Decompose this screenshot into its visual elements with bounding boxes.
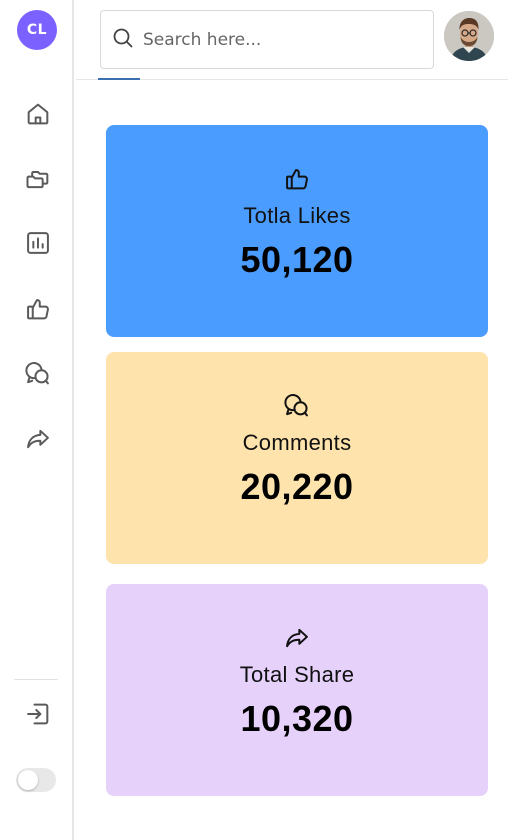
share-arrow-icon <box>24 425 52 457</box>
total-share-card: Total Share 10,320 <box>106 584 488 796</box>
comments-card: Comments 20,220 <box>106 352 488 564</box>
topbar <box>76 0 508 80</box>
chat-bubbles-icon <box>24 360 52 392</box>
sidebar-item-likes[interactable] <box>20 293 56 329</box>
thumbs-up-icon <box>24 295 52 327</box>
card-label: Total Share <box>239 662 355 687</box>
logout-button[interactable] <box>20 698 56 734</box>
brand-logo[interactable]: CL <box>17 10 57 50</box>
toggle-knob <box>18 770 38 790</box>
share-arrow-icon <box>283 624 311 652</box>
search-input[interactable] <box>143 29 423 50</box>
sidebar-item-analytics[interactable] <box>20 227 56 263</box>
search-box[interactable] <box>100 10 434 69</box>
card-value: 20,220 <box>240 466 354 507</box>
sidebar-item-share[interactable] <box>20 423 56 459</box>
bar-chart-icon <box>24 229 52 261</box>
card-value: 50,120 <box>240 239 354 280</box>
theme-toggle[interactable] <box>16 768 56 792</box>
sidebar-item-comments[interactable] <box>20 358 56 394</box>
sidebar-divider <box>14 679 58 680</box>
sidebar: CL <box>0 0 74 840</box>
folders-icon <box>24 165 52 197</box>
active-tab-indicator <box>98 78 140 80</box>
user-avatar[interactable] <box>444 11 494 61</box>
chat-bubbles-icon <box>283 392 311 420</box>
search-icon <box>111 26 135 54</box>
home-icon <box>24 100 52 132</box>
total-likes-card: Totla Likes 50,120 <box>106 125 488 337</box>
avatar-image <box>444 11 494 61</box>
card-value: 10,320 <box>240 698 354 739</box>
sidebar-item-folders[interactable] <box>20 163 56 199</box>
card-label: Comments <box>242 430 352 455</box>
thumbs-up-icon <box>283 165 311 193</box>
sidebar-item-home[interactable] <box>20 98 56 134</box>
logout-icon <box>24 700 52 732</box>
card-label: Totla Likes <box>243 203 351 228</box>
